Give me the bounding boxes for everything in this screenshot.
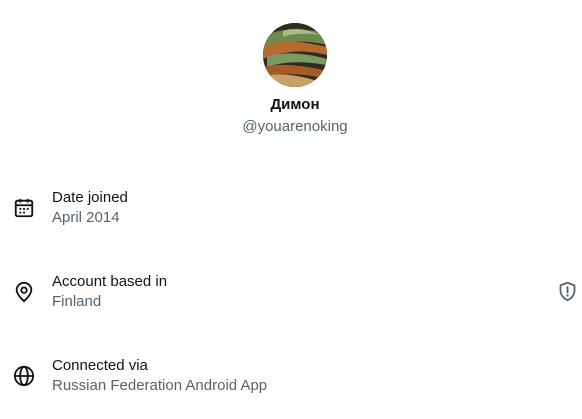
date-joined-row: Date joined April 2014 (0, 188, 582, 232)
location-pin-icon (15, 281, 33, 303)
account-based-in-value: Finland (52, 293, 102, 310)
account-based-in-row: Account based in Finland (0, 272, 582, 316)
avatar[interactable] (263, 23, 327, 87)
connected-via-row: Connected via Russian Federation Android… (0, 356, 582, 400)
connected-via-label: Connected via (52, 357, 148, 374)
globe-icon (13, 365, 35, 387)
date-joined-value: April 2014 (52, 209, 120, 226)
calendar-icon (14, 198, 34, 218)
display-name: Димон (270, 96, 320, 113)
date-joined-label: Date joined (52, 189, 128, 206)
connected-via-value: Russian Federation Android App (52, 377, 268, 394)
username-handle: @youarenoking (242, 118, 348, 135)
account-based-in-label: Account based in (52, 273, 168, 290)
avatar-image (263, 23, 327, 87)
shield-alert-icon[interactable] (557, 281, 578, 302)
